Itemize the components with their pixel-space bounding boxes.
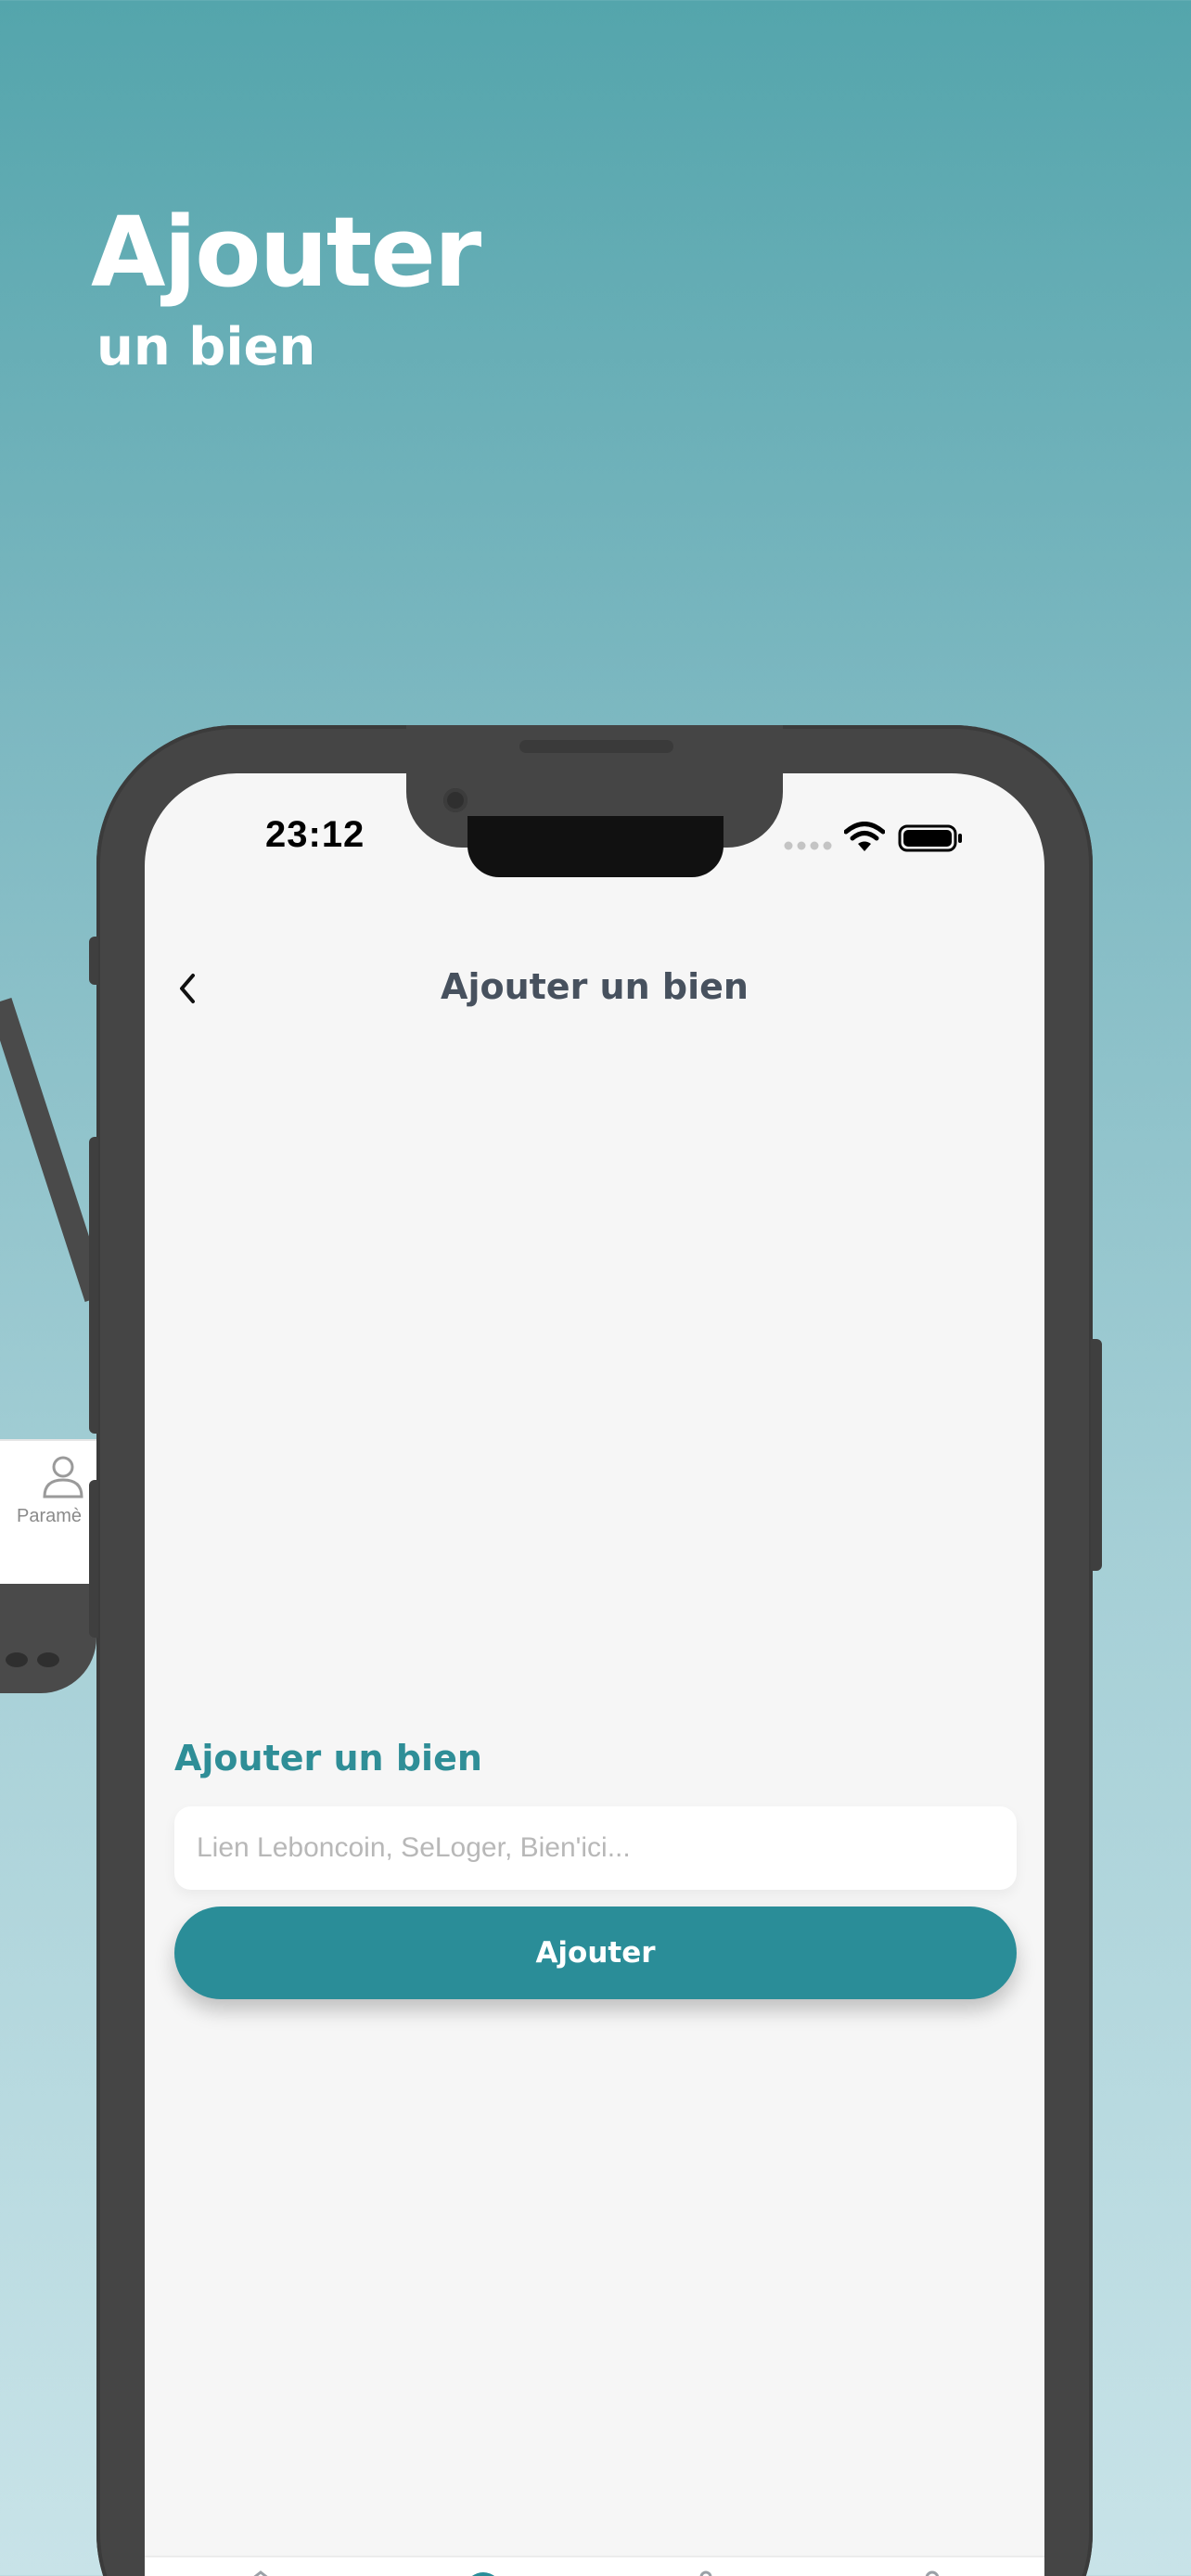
wifi-icon (844, 822, 885, 851)
background-tab-label: Paramè (17, 1506, 83, 1526)
background-speaker-dots (6, 1652, 59, 1667)
tab-bar (145, 2556, 1044, 2576)
tab-icon[interactable] (250, 2567, 271, 2576)
signal-dots-icon (784, 841, 832, 850)
status-time: 23:12 (265, 814, 365, 855)
page-title: Ajouter un bien (441, 966, 749, 1007)
background-phone-bottom (0, 1584, 96, 1693)
phone-speaker (519, 740, 673, 753)
headline-subtitle: un bien (96, 317, 316, 377)
phone-side-button (1091, 1339, 1102, 1571)
headline-title: Ajouter (91, 196, 481, 309)
dynamic-island (467, 816, 724, 877)
battery-icon (898, 824, 962, 852)
background-phone-edge (0, 997, 102, 1303)
camera-icon (443, 788, 467, 812)
phone-screen (145, 773, 1044, 2576)
person-icon (43, 1456, 83, 1498)
tab-icon[interactable] (924, 2567, 941, 2576)
tab-icon[interactable] (469, 2567, 497, 2576)
phone-mute-switch (89, 937, 98, 985)
property-link-input[interactable] (174, 1806, 1017, 1890)
section-title: Ajouter un bien (174, 1738, 482, 1779)
phone-volume-button (89, 1480, 98, 1638)
add-property-button[interactable]: Ajouter (174, 1906, 1017, 1999)
phone-volume-button (89, 1137, 98, 1434)
tab-icon[interactable] (699, 2567, 712, 2576)
